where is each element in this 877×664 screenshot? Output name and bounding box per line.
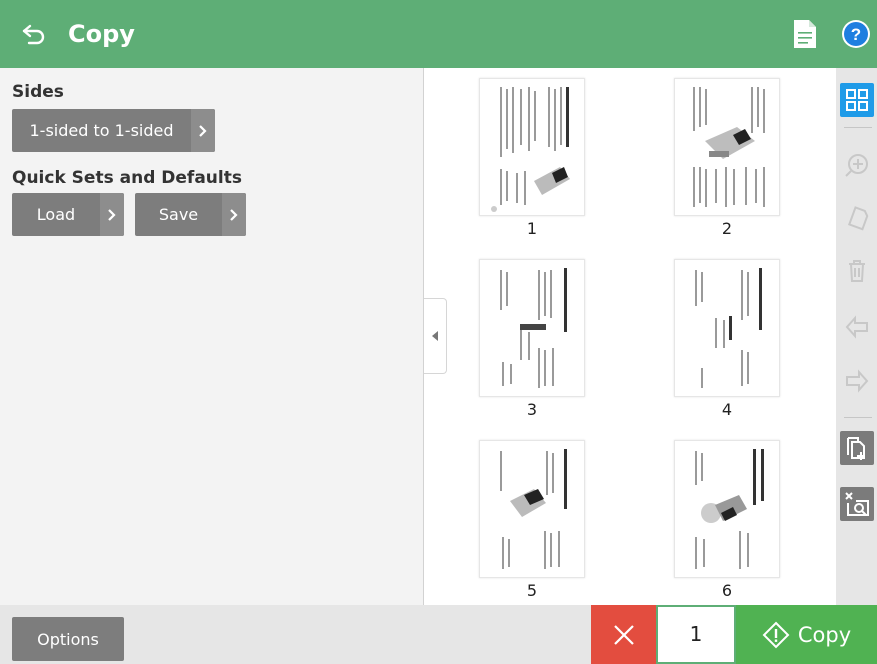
grid-view-icon[interactable] <box>840 83 874 117</box>
toolbar-separator <box>844 417 872 418</box>
help-icon[interactable]: ? <box>840 18 872 50</box>
toolbar-separator <box>844 127 872 128</box>
page-number-5: 5 <box>526 581 538 600</box>
page-thumbnail-5[interactable] <box>479 440 585 578</box>
chevron-right-icon <box>100 193 124 236</box>
copy-label: Copy <box>797 622 852 647</box>
rotate-icon <box>840 201 874 235</box>
chevron-right-icon <box>191 109 215 152</box>
svg-text:?: ? <box>851 25 861 44</box>
sides-value: 1-sided to 1-sided <box>29 121 174 140</box>
chevron-left-icon <box>432 331 438 341</box>
sides-label: Sides <box>12 82 64 102</box>
page-thumbnail-2[interactable] <box>674 78 780 216</box>
back-arrow-icon[interactable] <box>20 20 48 48</box>
close-icon <box>613 624 634 645</box>
sides-button[interactable]: 1-sided to 1-sided <box>12 109 215 152</box>
delete-icon <box>840 254 874 288</box>
collapse-panel-button[interactable] <box>424 298 447 374</box>
copy-button[interactable]: Copy <box>736 605 877 664</box>
move-left-icon <box>840 310 874 344</box>
save-button[interactable]: Save <box>135 193 246 236</box>
save-label: Save <box>158 205 199 224</box>
page-title: Copy <box>68 20 135 48</box>
page-thumbnail-4[interactable] <box>674 259 780 397</box>
clear-preview-icon[interactable] <box>840 487 874 521</box>
bottom-bar: Options 1 Copy <box>0 605 877 664</box>
settings-panel: Sides 1-sided to 1-sided Quick Sets and … <box>0 68 423 605</box>
options-button[interactable]: Options <box>12 617 124 661</box>
page-number-3: 3 <box>526 400 538 419</box>
load-label: Load <box>36 205 76 224</box>
page-number-6: 6 <box>721 581 733 600</box>
chevron-right-icon <box>222 193 246 236</box>
copies-input[interactable]: 1 <box>656 605 736 664</box>
page-thumbnail-3[interactable] <box>479 259 585 397</box>
move-right-icon <box>840 364 874 398</box>
preview-toolbar <box>836 68 877 605</box>
page-number-4: 4 <box>721 400 733 419</box>
page-thumbnail-1[interactable] <box>479 78 585 216</box>
page-number-1: 1 <box>526 219 538 238</box>
app-header: Copy ? <box>0 0 877 68</box>
document-icon[interactable] <box>792 18 818 50</box>
quick-sets-label: Quick Sets and Defaults <box>12 168 242 188</box>
preview-area: 1 2 3 4 5 6 <box>424 68 836 605</box>
start-icon <box>762 621 790 648</box>
page-thumbnail-6[interactable] <box>674 440 780 578</box>
add-pages-icon[interactable] <box>840 431 874 465</box>
load-button[interactable]: Load <box>12 193 124 236</box>
cancel-button[interactable] <box>591 605 656 664</box>
zoom-in-icon <box>840 148 874 182</box>
page-number-2: 2 <box>721 219 733 238</box>
